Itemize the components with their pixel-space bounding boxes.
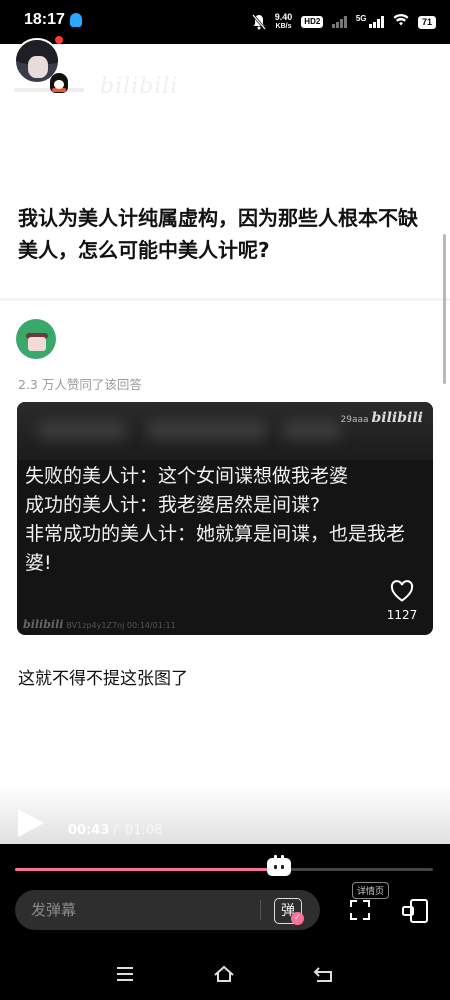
home-icon[interactable] xyxy=(213,964,243,994)
menu-icon[interactable] xyxy=(114,964,144,994)
back-icon[interactable] xyxy=(313,964,343,994)
system-nav-bar xyxy=(0,956,450,1000)
danmaku-check-icon: ✓ xyxy=(291,912,304,925)
notification-dot xyxy=(55,36,63,44)
image-watermark-top: 29aaa bilibili xyxy=(341,410,424,426)
watermark-logo: bilibili xyxy=(371,410,424,426)
wifi-icon xyxy=(393,13,409,31)
watermark-bottom-logo: bilibili xyxy=(23,618,64,631)
answer-image[interactable]: 29aaa bilibili 失败的美人计：这个女间谍想做我老婆 成功的美人计：我… xyxy=(17,402,433,635)
signal-icon-2 xyxy=(369,16,384,28)
bell-off-icon xyxy=(251,14,266,30)
status-time: 18:17 xyxy=(24,11,65,28)
danmaku-separator xyxy=(260,900,261,920)
progress-fill xyxy=(15,868,280,871)
question-title[interactable]: 我认为美人计纯属虚构，因为那些人根本不缺美人，怎么可能中美人计呢? xyxy=(18,202,428,266)
network-type: 5G xyxy=(355,13,367,23)
image-like-count: 1127 xyxy=(386,608,418,622)
network-speed-unit: KB/s xyxy=(275,23,292,30)
watermark-user-id: 29aaa xyxy=(340,415,369,425)
bilibili-watermark: bilibili xyxy=(100,74,179,99)
image-like[interactable]: 1127 xyxy=(385,580,419,622)
scrollbar[interactable] xyxy=(443,234,446,384)
network-speed: 9.40 KB/s xyxy=(275,13,293,31)
time-separator: / xyxy=(113,823,118,838)
divider xyxy=(0,298,450,301)
qq-penguin-icon xyxy=(50,73,68,93)
header-ghost-text xyxy=(14,88,84,92)
likes-count-text: 2.3 万人赞同了该回答 xyxy=(18,377,142,392)
play-icon[interactable] xyxy=(18,809,44,837)
battery-indicator: 71 xyxy=(417,15,436,29)
total-time: 01:08 xyxy=(125,823,163,838)
signal-icon xyxy=(332,16,347,28)
status-indicators: 9.40 KB/s HD2 5G 71 xyxy=(251,10,436,34)
progress-bar[interactable] xyxy=(15,868,433,871)
detail-page-tag[interactable]: 详情页 xyxy=(352,882,390,899)
image-text: 失败的美人计：这个女间谍想做我老婆 成功的美人计：我老婆居然是间谍? 非常成功的… xyxy=(25,465,406,574)
answerer-avatar[interactable] xyxy=(16,319,56,359)
fullscreen-icon[interactable] xyxy=(349,899,371,921)
status-bar: 18:17 9.40 KB/s HD2 5G 71 xyxy=(0,0,450,44)
qq-icon xyxy=(70,13,82,27)
heart-icon xyxy=(390,580,414,602)
progress-thumb-tv-icon[interactable] xyxy=(267,858,291,876)
picture-in-picture-icon[interactable] xyxy=(401,898,429,924)
page-header: bilibili xyxy=(0,44,450,104)
answer-caption: 这就不得不提这张图了 xyxy=(18,669,188,689)
current-time: 00:43 xyxy=(68,823,110,838)
image-watermark-bottom: bilibili BV1zp4y1Z7nj 00:14/01:11 xyxy=(23,618,176,631)
network-speed-value: 9.40 xyxy=(274,12,293,22)
watermark-bottom-text: BV1zp4y1Z7nj 00:14/01:11 xyxy=(66,621,176,630)
content-page: bilibili 我认为美人计纯属虚构，因为那些人根本不缺美人，怎么可能中美人计… xyxy=(0,44,450,844)
player-controls: 弹 ✓ 详情页 xyxy=(0,844,450,1000)
hd-badge: HD2 xyxy=(301,16,324,28)
